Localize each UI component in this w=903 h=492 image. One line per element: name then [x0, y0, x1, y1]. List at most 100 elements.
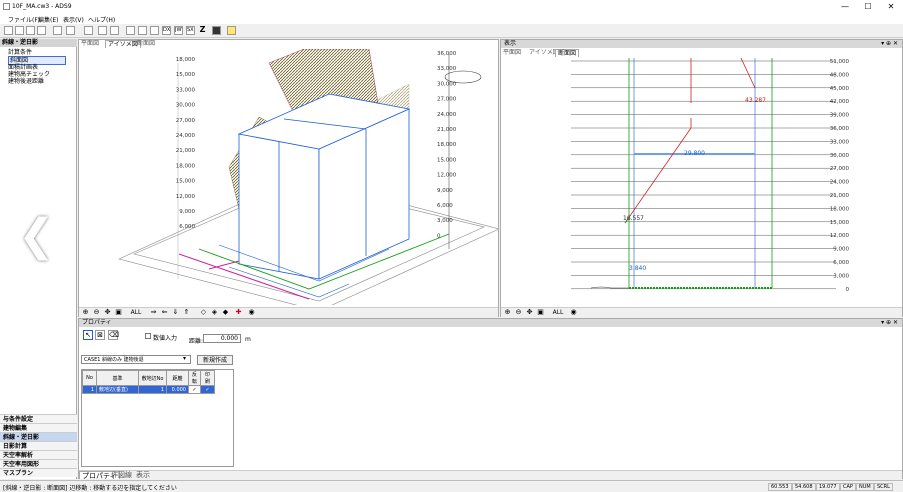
tab-section[interactable]: 断面図: [555, 49, 580, 57]
category-sky-ratio[interactable]: 天空率解析: [0, 450, 77, 459]
pan-icon[interactable]: ✥: [103, 308, 112, 317]
save-icon[interactable]: [26, 26, 35, 35]
left-axis-label: 18,000: [176, 163, 196, 169]
y-axis-label: 12,000: [830, 233, 850, 239]
status-scrl: SCRL: [874, 483, 893, 491]
category-mass-plan[interactable]: マスプラン: [0, 468, 77, 477]
all-button[interactable]: ALL: [549, 308, 567, 317]
minimize-button[interactable]: —: [835, 1, 855, 13]
save-as-icon[interactable]: [37, 26, 46, 35]
pane-pin-icon[interactable]: ▾ ⊕ ✕: [881, 40, 898, 48]
distance-label: 距離:: [189, 338, 204, 345]
sxf-button[interactable]: SXF: [186, 26, 195, 35]
tab-section[interactable]: 断面図: [135, 40, 157, 48]
status-message: [斜線・逆日影 : 断面図] 辺移動 : 移動する辺を指定してください: [3, 485, 177, 492]
tab-display[interactable]: 表示: [134, 471, 152, 479]
distance-field[interactable]: 0.000: [203, 334, 241, 343]
category-conditions[interactable]: 与条件設定: [0, 414, 77, 423]
pan-icon[interactable]: ✥: [525, 308, 534, 317]
delete-tool-icon[interactable]: ⌫: [108, 330, 119, 340]
view-d-icon[interactable]: ✚: [234, 308, 243, 317]
category-slope[interactable]: 斜線・逆日影: [0, 432, 77, 441]
z-axis-label: 27,000: [437, 97, 457, 103]
chevron-down-icon[interactable]: ▾: [183, 355, 186, 362]
highlight-icon[interactable]: [212, 26, 221, 35]
status-z: 19.077: [816, 483, 840, 491]
cell-print-checkbox[interactable]: ✓: [200, 385, 215, 394]
copy-icon[interactable]: [53, 26, 62, 35]
cell-distance[interactable]: 0.000: [166, 385, 189, 394]
view3-icon[interactable]: [150, 26, 159, 35]
menu-view[interactable]: 表示(V): [63, 15, 84, 24]
iso-drawing[interactable]: 36,000 33,000 30,000 27,000 24,000 21,000 18,0…: [79, 49, 498, 305]
cell-edge[interactable]: 1: [138, 385, 167, 394]
zoom-out-icon[interactable]: ⊖: [92, 308, 101, 317]
iso-view-pane[interactable]: 平面図 アイソメ図 断面図 36,000 33,000 30,000 27,000 24…: [78, 39, 499, 317]
help-icon[interactable]: [227, 26, 236, 35]
numeric-input-checkbox[interactable]: [145, 333, 151, 339]
left-axis-label: 15,000: [176, 179, 196, 185]
z-axis-label: 33,000: [437, 66, 457, 72]
view-b-icon[interactable]: ◈: [210, 308, 219, 317]
eye-icon[interactable]: ◉: [247, 308, 256, 317]
jww-button[interactable]: JWW: [174, 26, 183, 35]
y-axis-label: 9,000: [833, 247, 849, 253]
view1-icon[interactable]: [126, 26, 135, 35]
view-c-icon[interactable]: ◆: [221, 308, 230, 317]
zoom-in-icon[interactable]: ⊕: [503, 308, 512, 317]
menu-help[interactable]: ヘルプ(H): [88, 15, 115, 24]
case-select[interactable]: CASE1 斜線のみ 建物後退: [81, 355, 191, 364]
dxf-button[interactable]: DXF: [162, 26, 171, 35]
tree-item-calc-conditions[interactable]: 計算条件: [8, 49, 32, 56]
edit-tool-icon[interactable]: ⊠: [95, 330, 105, 340]
tree-item-area-plan[interactable]: 面積計画表: [8, 64, 38, 71]
tree-item-setback[interactable]: 建物後退距離: [8, 78, 44, 85]
menu-edit[interactable]: 編集(E): [38, 15, 58, 24]
category-shadow[interactable]: 日影計算: [0, 441, 77, 450]
pane-pin-icon[interactable]: ▾ ⊕ ✕: [881, 319, 898, 327]
cell-reverse-checkbox[interactable]: ✓: [188, 385, 201, 394]
app-icon: [3, 3, 10, 10]
undo-icon[interactable]: [66, 26, 75, 35]
category-sky-shape[interactable]: 天空率用図形: [0, 459, 77, 468]
eye-icon[interactable]: ◉: [569, 308, 578, 317]
numeric-input-label: 数値入力: [153, 335, 178, 342]
create-button[interactable]: 新規作成: [197, 355, 233, 365]
undo-arrow-icon[interactable]: [84, 26, 93, 35]
print-preview-icon[interactable]: [110, 26, 119, 35]
chevron-left-icon[interactable]: ❮: [18, 210, 55, 261]
open-icon[interactable]: [15, 26, 24, 35]
rotate-right-icon[interactable]: ⇐: [160, 308, 169, 317]
category-building-edit[interactable]: 建物編集: [0, 423, 77, 432]
z-button[interactable]: Z: [198, 26, 207, 35]
tab-drawlines[interactable]: 作図線: [109, 471, 134, 479]
left-axis-label: 33,000: [176, 87, 196, 93]
z-axis-label: 21,000: [437, 127, 457, 133]
cell-no: 1: [82, 385, 97, 394]
rotate-left-icon[interactable]: ⇒: [149, 308, 158, 317]
maximize-button[interactable]: ☐: [858, 1, 878, 13]
menu-file[interactable]: ファイル(F): [8, 15, 40, 24]
section-pane-title: 表示: [504, 40, 517, 47]
fit-icon[interactable]: ▣: [114, 308, 123, 317]
tree-item-height-check[interactable]: 建物高チェック: [8, 71, 50, 78]
section-view-pane[interactable]: 表示 ▾ ⊕ ✕ 平面図 アイソメ図 断面図 51,000 48,000 45,00…: [500, 39, 903, 317]
rotate-up-icon[interactable]: ⇓: [171, 308, 180, 317]
table-row[interactable]: 1 敷地辺(垂直) 1 0.000 ✓ ✓: [82, 385, 215, 394]
section-drawing[interactable]: 51,000 48,000 45,000 42,000 39,000 36,000 33,0…: [501, 58, 902, 305]
new-doc-icon[interactable]: [4, 26, 13, 35]
zoom-in-icon[interactable]: ⊕: [81, 308, 90, 317]
zoom-out-icon[interactable]: ⊖: [514, 308, 523, 317]
view-a-icon[interactable]: ◇: [199, 308, 208, 317]
tab-plan[interactable]: 平面図: [501, 49, 523, 57]
rotate-down-icon[interactable]: ⇑: [182, 308, 191, 317]
select-tool-icon[interactable]: ↖: [83, 330, 93, 340]
close-button[interactable]: ✕: [881, 1, 901, 13]
view2-icon[interactable]: [138, 26, 147, 35]
cell-base[interactable]: 敷地辺(垂直): [96, 385, 139, 394]
fit-icon[interactable]: ▣: [536, 308, 545, 317]
all-button[interactable]: ALL: [127, 308, 145, 317]
tab-plan[interactable]: 平面図: [79, 40, 101, 48]
print-icon[interactable]: [98, 26, 107, 35]
iso-tabs: 平面図 アイソメ図 断面図: [79, 40, 499, 48]
